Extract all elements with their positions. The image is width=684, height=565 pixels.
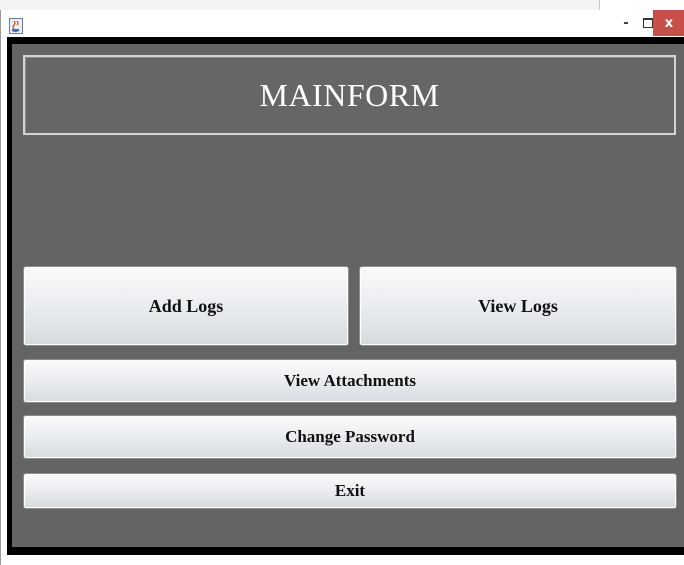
- close-button[interactable]: x: [653, 10, 684, 36]
- page-title: MAINFORM: [259, 76, 440, 113]
- minimize-button[interactable]: -: [615, 10, 637, 36]
- maximize-icon: [643, 18, 653, 28]
- java-coffee-icon: [9, 18, 23, 34]
- view-attachments-button[interactable]: View Attachments: [23, 359, 677, 403]
- main-panel: MAINFORM Add Logs View Logs View Attachm…: [12, 44, 684, 547]
- header-box: MAINFORM: [23, 55, 676, 135]
- add-logs-button[interactable]: Add Logs: [23, 266, 349, 346]
- change-password-button[interactable]: Change Password: [23, 415, 677, 459]
- view-logs-button[interactable]: View Logs: [359, 266, 677, 346]
- title-bar[interactable]: - x: [1, 10, 684, 40]
- exit-button[interactable]: Exit: [23, 473, 677, 509]
